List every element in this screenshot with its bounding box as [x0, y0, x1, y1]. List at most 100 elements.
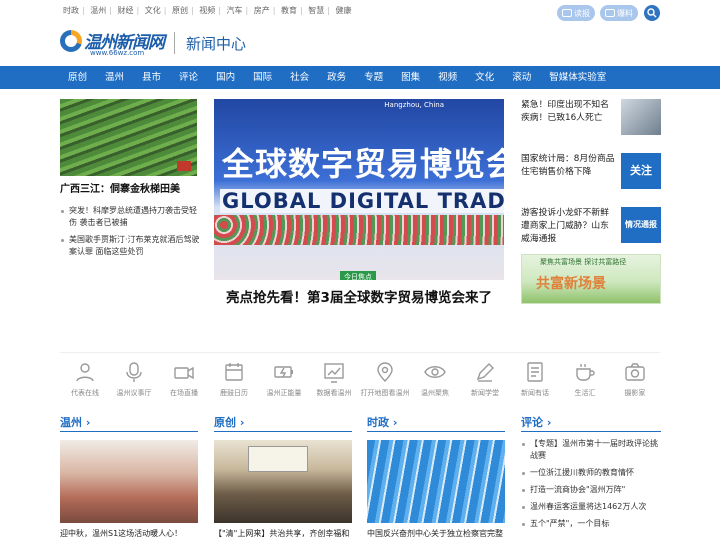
logo-mark-icon	[60, 30, 82, 52]
document-icon	[527, 362, 543, 382]
side-thumbnail: 关注	[621, 153, 661, 189]
read-paper-button[interactable]: 读报	[557, 5, 595, 21]
nav-item[interactable]: 温州	[96, 66, 133, 89]
opinion-list: 【专题】温州市第十一届时政评论挑战赛 一位浙江援川教师的教育情怀 打造一流商协会…	[521, 438, 661, 535]
photo-icon	[625, 363, 645, 381]
top-links: 时政 | 温州 | 财经 | 文化 | 原创 | 视频 | 汽车 | 房产 | 教育 | 智慧 | …	[63, 6, 352, 15]
service-item[interactable]: 温州正能量	[259, 361, 309, 398]
section-image-wenzhou[interactable]	[60, 440, 198, 523]
header-divider	[174, 32, 175, 54]
section-title-original[interactable]: 原创 ›	[214, 414, 244, 430]
left-news-list: 突发！科摩罗总统遭遇持刀袭击受轻伤 袭击者已被捕 美国歌手贾斯汀·汀布莱克就酒后…	[60, 205, 200, 263]
top-link[interactable]: 教育	[281, 6, 297, 15]
hero-image[interactable]: Hangzhou, China 全球数字贸易博览会 GLOBAL DIGITAL…	[214, 99, 504, 280]
top-utility-bar: 时政 | 温州 | 财经 | 文化 | 原创 | 视频 | 汽车 | 房产 | 教育 | 智慧 | …	[0, 0, 720, 24]
section-image-politics[interactable]	[367, 440, 505, 523]
nav-item[interactable]: 文化	[466, 66, 503, 89]
list-item[interactable]: 美国歌手贾斯汀·汀布莱克就酒后驾驶案认罪 面临这些处罚	[60, 234, 200, 258]
tipoff-button[interactable]: 爆料	[600, 5, 638, 21]
nav-item[interactable]: 县市	[133, 66, 170, 89]
feature-image[interactable]	[60, 99, 197, 176]
camera-icon	[174, 366, 194, 380]
user-icon	[76, 363, 94, 382]
common-prosperity-banner[interactable]: 聚焦共富场景 探讨共富路径 共富新场景	[521, 254, 661, 304]
side-news-item[interactable]: 国家统计局：8月份商品住宅销售价格下降 关注	[521, 153, 661, 193]
site-header: 温州新闻网 www.66wz.com 新闻中心	[0, 24, 720, 66]
main-nav: 原创 温州 县市 评论 国内 国际 社会 政务 专题 图集 视频 文化 滚动 智…	[0, 66, 720, 89]
section-title-opinion[interactable]: 评论 ›	[521, 414, 551, 430]
flower-decoration	[214, 215, 504, 245]
nav-item[interactable]: 原创	[59, 66, 96, 89]
top-link[interactable]: 原创	[172, 6, 188, 15]
top-link[interactable]: 汽车	[227, 6, 243, 15]
search-icon	[647, 8, 657, 18]
map-pin-icon	[377, 362, 393, 382]
service-item[interactable]: 生活汇	[560, 361, 610, 398]
service-item[interactable]: 温州聚焦	[410, 361, 460, 398]
nav-item[interactable]: 评论	[170, 66, 207, 89]
section-underline	[60, 431, 198, 432]
service-item[interactable]: 打开地图看温州	[360, 361, 410, 398]
service-item[interactable]: 新闻学堂	[460, 361, 510, 398]
nav-item[interactable]: 智媒体实验室	[540, 66, 615, 89]
list-item[interactable]: 【专题】温州市第十一届时政评论挑战赛	[521, 438, 661, 462]
chart-icon	[324, 363, 344, 383]
service-icon-bar: 代表在线 温州议事厅 在场直播 鹿鼓日历 温州正能量 数据看温州 打开地图看温州…	[60, 352, 660, 402]
energy-icon	[274, 366, 293, 378]
section-title-politics[interactable]: 时政 ›	[367, 414, 397, 430]
top-link[interactable]: 温州	[90, 6, 106, 15]
camera-small-icon	[605, 9, 615, 17]
top-link[interactable]: 智慧	[308, 6, 324, 15]
nav-item[interactable]: 国际	[244, 66, 281, 89]
service-item[interactable]: 代表在线	[60, 361, 110, 398]
section-image-original[interactable]	[214, 440, 352, 523]
top-buttons: 读报 爆料	[557, 5, 638, 21]
side-news-item[interactable]: 游客投诉小龙虾不新鲜遭商家上门威胁？山东威海通报 情况通报	[521, 207, 661, 247]
service-item[interactable]: 摄影家	[610, 361, 660, 398]
site-logo[interactable]: 温州新闻网 www.66wz.com	[60, 28, 165, 60]
projection-screen	[248, 446, 308, 472]
list-item[interactable]: 五个"严禁"，一个目标	[521, 518, 661, 530]
list-item[interactable]: 打造一流商协会"温州万阵"	[521, 484, 661, 496]
newspaper-icon	[562, 9, 572, 17]
section-caption[interactable]: 迎中秋，温州S1这场活动暖人心！	[60, 528, 182, 539]
nav-item[interactable]: 滚动	[503, 66, 540, 89]
channel-title: 新闻中心	[186, 35, 247, 53]
section-caption[interactable]: 中国反兴奋剂中心关于独立检察官完整	[367, 528, 503, 539]
top-link[interactable]: 财经	[118, 6, 134, 15]
nav-item[interactable]: 社会	[281, 66, 318, 89]
nav-item[interactable]: 图集	[392, 66, 429, 89]
hero-headline[interactable]: 亮点抢先看！第3届全球数字贸易博览会来了	[214, 288, 504, 309]
service-item[interactable]: 温州议事厅	[109, 361, 159, 398]
watermark-stamp	[177, 161, 191, 171]
list-item[interactable]: 一位浙江援川教师的教育情怀	[521, 467, 661, 479]
search-button[interactable]	[644, 5, 660, 21]
section-caption[interactable]: 【"清"上网来】共治共享，齐创幸福和	[214, 528, 349, 539]
top-link[interactable]: 文化	[145, 6, 161, 15]
nav-item[interactable]: 国内	[207, 66, 244, 89]
top-link[interactable]: 房产	[254, 6, 270, 15]
service-item[interactable]: 新闻有话	[510, 361, 560, 398]
list-item[interactable]: 温州春运客运量将达1462万人次	[521, 501, 661, 513]
section-underline	[367, 431, 505, 432]
service-item[interactable]: 鹿鼓日历	[209, 361, 259, 398]
side-thumbnail: 情况通报	[621, 207, 661, 243]
top-link[interactable]: 健康	[336, 6, 352, 15]
pen-icon	[476, 363, 494, 382]
service-item[interactable]: 在场直播	[159, 361, 209, 398]
side-news-item[interactable]: 紧急！印度出现不知名疾病！已致16人死亡	[521, 99, 661, 139]
top-link[interactable]: 视频	[199, 6, 215, 15]
side-thumbnail	[621, 99, 661, 135]
microphone-icon	[126, 362, 142, 382]
top-link[interactable]: 时政	[63, 6, 79, 15]
nav-item[interactable]: 视频	[429, 66, 466, 89]
section-underline	[521, 431, 661, 432]
service-item[interactable]: 数据看温州	[309, 361, 359, 398]
calendar-icon	[225, 363, 243, 381]
nav-item[interactable]: 专题	[355, 66, 392, 89]
list-item[interactable]: 突发！科摩罗总统遭遇持刀袭击受轻伤 袭击者已被捕	[60, 205, 200, 229]
nav-item[interactable]: 政务	[318, 66, 355, 89]
section-title-wenzhou[interactable]: 温州 ›	[60, 414, 90, 430]
eye-icon	[424, 366, 446, 378]
feature-title[interactable]: 广西三江：侗寨金秋梯田美	[60, 180, 180, 195]
